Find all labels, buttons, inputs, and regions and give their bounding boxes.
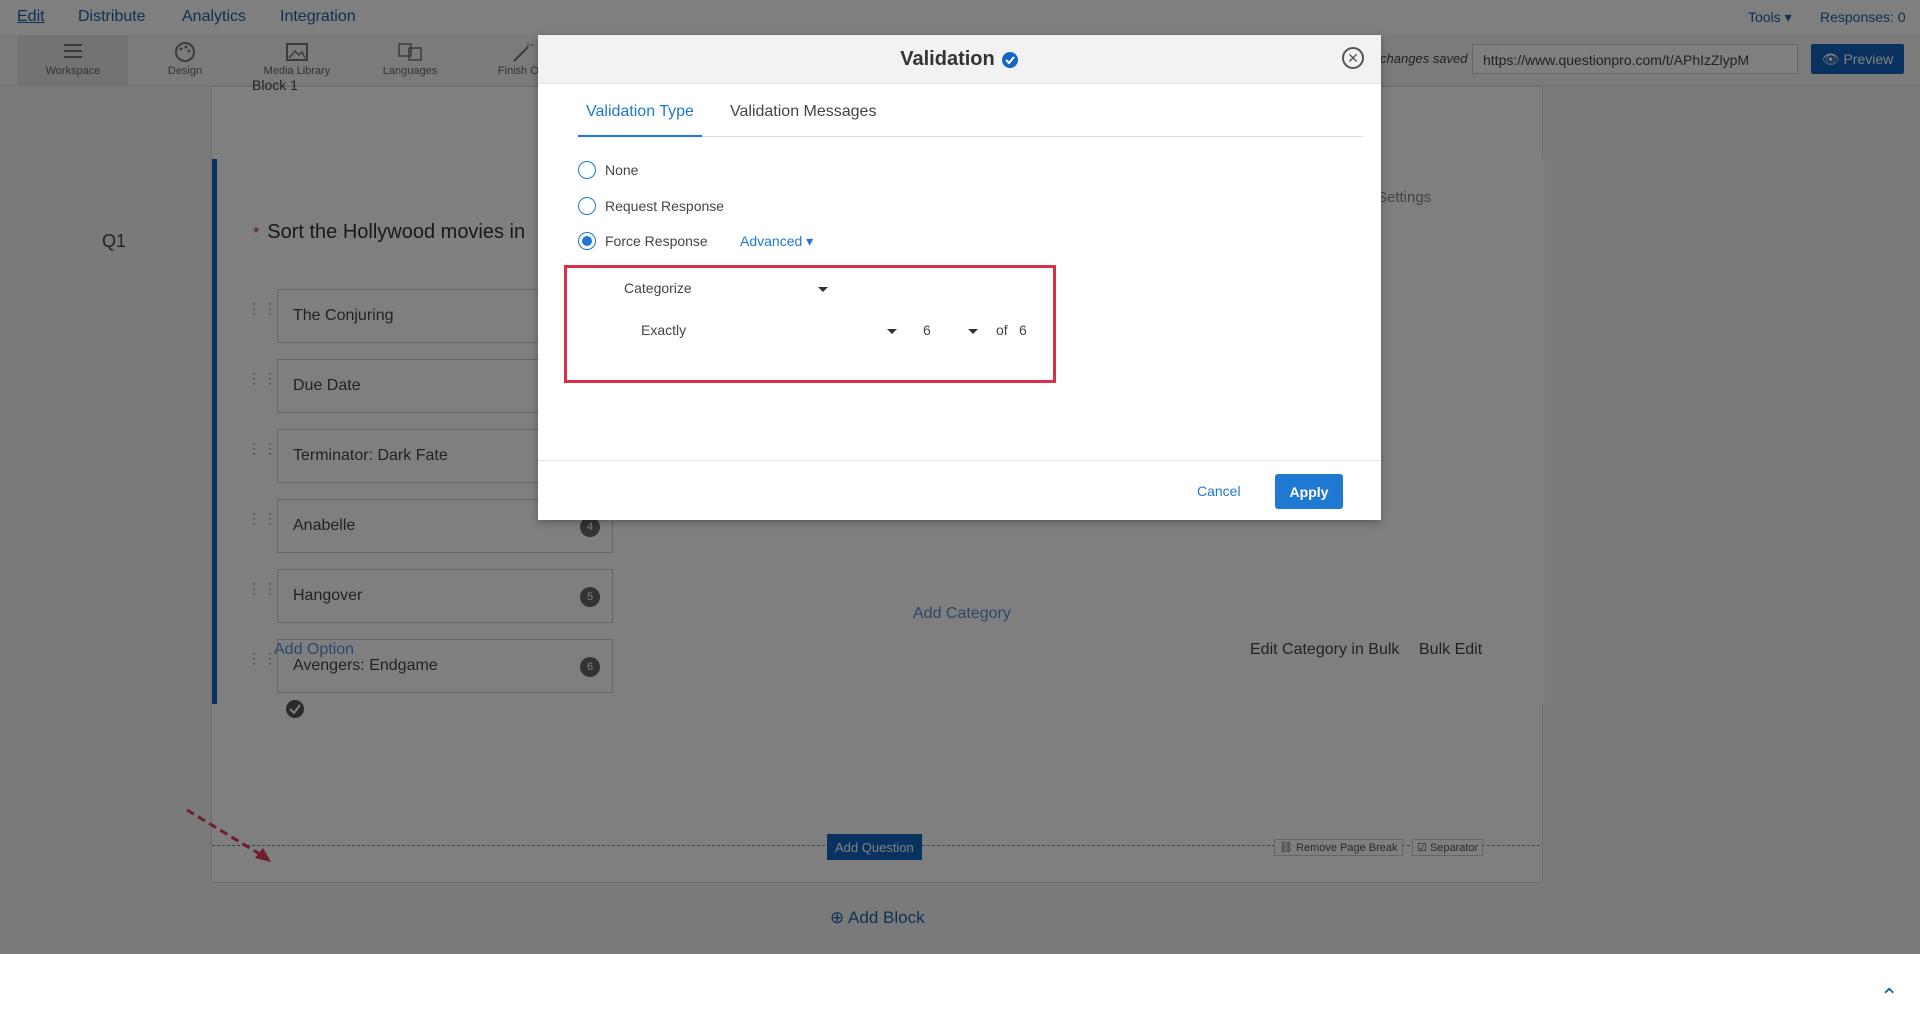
scroll-top-icon[interactable]: ⌃ (1880, 984, 1898, 1010)
of-text: of (996, 322, 1008, 338)
validation-type-select[interactable]: Categorize (624, 280, 692, 296)
radio-label: Force Response (605, 233, 708, 249)
total-count: 6 (1019, 322, 1027, 338)
rule-select[interactable]: Exactly (641, 322, 686, 338)
radio-label: None (605, 162, 639, 178)
caret-down-icon[interactable] (887, 329, 897, 334)
caret-down-icon[interactable] (818, 287, 828, 292)
validation-dialog: Validation ✕ Validation Type Validation … (538, 35, 1381, 520)
radio-label: Request Response (605, 198, 725, 214)
dialog-title-label: Validation (900, 48, 995, 70)
close-icon[interactable]: ✕ (1342, 47, 1364, 69)
radio-circle[interactable] (578, 161, 596, 179)
advanced-dropdown[interactable]: Advanced ▾ (740, 233, 813, 250)
tab-validation-messages[interactable]: Validation Messages (722, 103, 884, 135)
caret-down-icon: ▾ (806, 233, 814, 249)
apply-button[interactable]: Apply (1275, 474, 1343, 509)
caret-down-icon[interactable] (968, 329, 978, 334)
dialog-footer-divider (538, 460, 1381, 461)
dialog-title: Validation (538, 48, 1381, 71)
tab-validation-type[interactable]: Validation Type (578, 103, 702, 137)
dialog-header: Validation ✕ (538, 35, 1381, 84)
radio-circle[interactable] (578, 197, 596, 215)
radio-circle[interactable] (578, 232, 596, 250)
dialog-tabs: Validation Type Validation Messages (578, 103, 1363, 137)
count-select[interactable]: 6 (923, 322, 931, 338)
cancel-button[interactable]: Cancel (1191, 482, 1247, 500)
verified-badge-icon (1001, 51, 1018, 68)
advanced-label: Advanced (740, 233, 803, 249)
